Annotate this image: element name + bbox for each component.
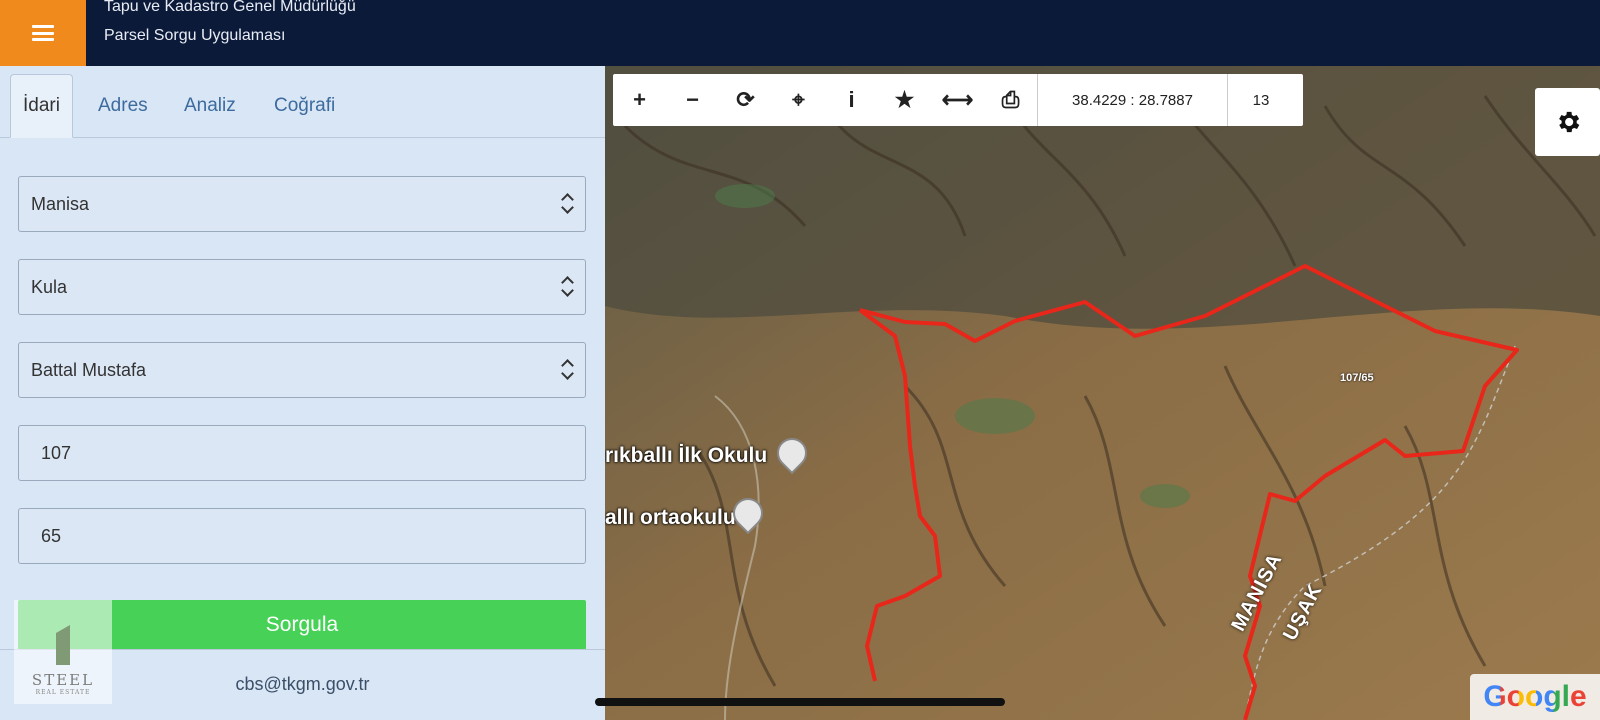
menu-button[interactable] (0, 0, 86, 66)
hamburger-icon (32, 25, 54, 41)
logo-name: STEEL (31, 671, 95, 689)
neighborhood-value: Battal Mustafa (31, 359, 147, 380)
map-view[interactable]: + − ⟳ ⌖ i ★ ⟷ ⎙ 38.4229 : 28.7887 13 rık… (605, 66, 1600, 720)
tab-bar: İdari Adres Analiz Coğrafi (0, 66, 605, 138)
map-toolbar: + − ⟳ ⌖ i ★ ⟷ ⎙ 38.4229 : 28.7887 13 (613, 74, 1303, 126)
google-attribution: Google (1470, 674, 1600, 720)
zoom-level-readout: 13 (1227, 74, 1294, 126)
info-icon[interactable]: i (825, 74, 878, 126)
poi-label-ortaokulu[interactable]: allı ortaokulu (605, 506, 736, 530)
app-title-line1: Tapu ve Kadastro Genel Müdürlüğü (104, 0, 356, 15)
district-value: Kula (31, 276, 68, 297)
poi-label-ilk-okulu[interactable]: rıkballı İlk Okulu (605, 444, 767, 468)
query-sidebar: İdari Adres Analiz Coğrafi Manisa Kula B… (0, 66, 605, 720)
parcel-input[interactable]: 65 (18, 508, 586, 564)
tab-analiz[interactable]: Analiz (172, 74, 248, 138)
satellite-terrain (605, 66, 1600, 720)
parcel-value: 65 (41, 525, 62, 546)
select-chevron-icon (561, 193, 573, 215)
tab-cografi[interactable]: Coğrafi (262, 74, 347, 138)
block-input[interactable]: 107 (18, 425, 586, 481)
zoom-in-icon[interactable]: + (613, 74, 666, 126)
coordinate-readout: 38.4229 : 28.7887 (1037, 74, 1227, 126)
google-logo: Google (1483, 680, 1587, 713)
zoom-out-icon[interactable]: − (666, 74, 719, 126)
print-icon[interactable]: ⎙ (984, 74, 1037, 126)
measure-icon[interactable]: ⟷ (931, 74, 984, 126)
select-chevron-icon (561, 359, 573, 381)
logo-sub: REAL ESTATE (35, 689, 91, 696)
select-chevron-icon (561, 276, 573, 298)
tab-adres[interactable]: Adres (86, 74, 160, 138)
block-value: 107 (41, 442, 72, 463)
building-icon (56, 625, 70, 665)
star-icon[interactable]: ★ (878, 74, 931, 126)
app-title-line2: Parsel Sorgu Uygulaması (104, 27, 286, 44)
province-value: Manisa (31, 193, 90, 214)
home-indicator (595, 698, 1005, 706)
neighborhood-select[interactable]: Battal Mustafa (18, 342, 586, 398)
gear-icon (1558, 111, 1579, 133)
steel-watermark-logo: STEEL REAL ESTATE (14, 600, 112, 704)
app-header: Tapu ve Kadastro Genel Müdürlüğü Parsel … (0, 0, 1600, 66)
tab-idari[interactable]: İdari (10, 74, 73, 138)
refresh-icon[interactable]: ⟳ (719, 74, 772, 126)
locate-icon[interactable]: ⌖ (772, 74, 825, 126)
province-select[interactable]: Manisa (18, 176, 586, 232)
district-select[interactable]: Kula (18, 259, 586, 315)
parcel-number-label: 107/65 (1340, 372, 1374, 384)
settings-button[interactable] (1535, 88, 1600, 156)
